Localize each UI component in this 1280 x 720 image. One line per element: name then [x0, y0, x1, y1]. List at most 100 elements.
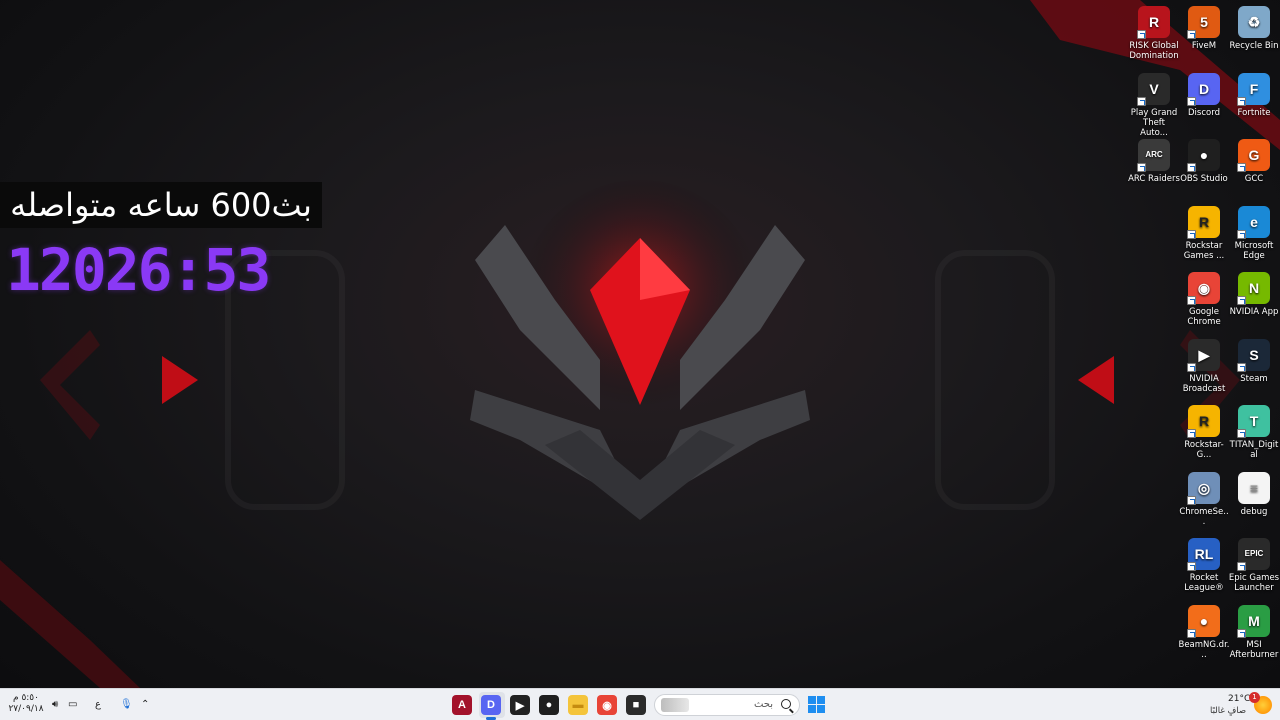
desktop-icon-epic-games[interactable]: EPIC Epic Games Launcher: [1228, 538, 1280, 593]
desktop-icon-arc-raiders[interactable]: ARC ARC Raiders: [1128, 139, 1180, 184]
desktop-icon-label: Fortnite: [1237, 107, 1271, 118]
chevron-up-icon[interactable]: ⌃: [141, 699, 149, 710]
shortcut-arrow-icon: [1187, 163, 1196, 172]
shortcut-arrow-icon: [1237, 362, 1246, 372]
desktop-icon-grid: R RISK Global Domination 5 FiveM ♻ Recycle Bi…: [1128, 4, 1280, 684]
taskbar-discord[interactable]: D: [481, 695, 501, 720]
shortcut-arrow-icon: [1237, 429, 1246, 438]
desktop-icon-steam[interactable]: S Steam: [1228, 338, 1280, 384]
taskbar-app-a[interactable]: A: [452, 695, 472, 715]
search-highlight-image: [661, 698, 689, 712]
desktop-icon-recycle-bin[interactable]: ♻ Recycle Bin: [1228, 6, 1280, 51]
weather-temp: 21°C: [1228, 694, 1251, 704]
microphone-icon[interactable]: 🎙︎: [120, 699, 133, 710]
desktop-icon-label: Play Grand Theft Auto...: [1130, 107, 1178, 138]
shortcut-arrow-icon: [1237, 562, 1246, 571]
fortnite-icon: F: [1237, 72, 1270, 106]
shortcut-arrow-icon: [1237, 229, 1246, 239]
beamng-icon: ●: [1187, 604, 1220, 638]
taskbar-app-black[interactable]: ■: [626, 695, 646, 715]
taskbar-chrome[interactable]: ◉: [597, 695, 617, 715]
gcc-icon: G: [1237, 139, 1270, 172]
shortcut-arrow-icon: [1187, 296, 1196, 305]
wallpaper-digit-ghost: [935, 250, 1055, 510]
text-file-icon: ≡: [1238, 471, 1270, 504]
taskbar-clock[interactable]: ٥:٥٠ م ٢٧/٠٩/١٨: [6, 693, 46, 715]
desktop-icon-chrome-setup[interactable]: ◎ ChromeSe...: [1178, 471, 1230, 527]
desktop-icon-rockstar-games[interactable]: R Rockstar Games ...: [1178, 205, 1230, 261]
desktop-icon-rockstar-launcher[interactable]: R Rockstar-G...: [1178, 405, 1230, 460]
desktop-icon-discord[interactable]: D Discord: [1178, 72, 1230, 118]
discord-icon: D: [487, 699, 495, 711]
edge-icon: e: [1237, 205, 1270, 239]
network-icon[interactable]: ▭: [68, 699, 77, 710]
recycle-bin-icon: ♻: [1238, 6, 1270, 38]
taskbar-search-box[interactable]: بحث: [654, 694, 800, 716]
desktop-icon-label: TITAN_Digital: [1229, 440, 1279, 460]
desktop-icon-fortnite[interactable]: F Fortnite: [1228, 72, 1280, 118]
msi-afterburner-icon: M: [1237, 604, 1270, 638]
taskbar-file-explorer[interactable]: ▬: [568, 695, 588, 715]
desktop-icon-label: debug: [1240, 506, 1268, 517]
shortcut-arrow-icon: [1237, 296, 1246, 305]
taskbar: ٥:٥٠ م ٢٧/٠٩/١٨ 🔊︎ ▭ ع 🎙︎ ⌃ A D ▶ ● ▬ ◉ ■ بحث …: [0, 688, 1280, 720]
shortcut-arrow-icon: [1137, 96, 1146, 106]
shortcut-arrow-icon: [1137, 163, 1146, 172]
windows-logo-icon: [808, 696, 816, 704]
taskbar-nvidia-broadcast[interactable]: ▶: [510, 695, 530, 715]
stream-timer: 12026:53: [6, 236, 271, 304]
desktop-icon-msi-afterburner[interactable]: M MSI Afterburner: [1228, 604, 1280, 660]
desktop-icon-gcc[interactable]: G GCC: [1228, 139, 1280, 184]
rockstar-games-icon: R: [1187, 205, 1220, 239]
shortcut-arrow-icon: [1187, 362, 1196, 372]
shortcut-arrow-icon: [1187, 628, 1196, 638]
desktop-icon-text-file[interactable]: ≡ debug: [1228, 471, 1280, 517]
discord-icon: D: [1187, 72, 1220, 106]
wallpaper-art: [0, 0, 1280, 688]
arc-raiders-icon: ARC: [1137, 139, 1170, 172]
shortcut-arrow-icon: [1237, 163, 1246, 172]
desktop-icon-edge[interactable]: e Microsoft Edge: [1228, 205, 1280, 261]
rockstar-launcher-icon: R: [1187, 405, 1220, 438]
volume-icon[interactable]: 🔊︎: [52, 699, 58, 710]
epic-games-icon: EPIC: [1237, 538, 1270, 571]
desktop-icon-label: BeamNG.dr...: [1178, 639, 1230, 660]
desktop-icon-label: Rockstar Games ...: [1183, 240, 1225, 261]
taskbar-obs[interactable]: ●: [539, 695, 559, 715]
shortcut-arrow-icon: [1187, 96, 1196, 106]
obs-icon: ●: [1187, 139, 1220, 172]
steam-icon: S: [1237, 338, 1270, 372]
start-button[interactable]: [808, 696, 825, 713]
search-placeholder: بحث: [753, 699, 773, 710]
wallpaper-arrow-right: [1078, 356, 1114, 404]
desktop-icon-obs[interactable]: ● OBS Studio: [1178, 139, 1230, 184]
nvidia-broadcast-icon: ▶: [1187, 338, 1220, 372]
desktop-icon-rocket-league[interactable]: RL Rocket League®: [1178, 538, 1230, 593]
desktop-icon-fivem[interactable]: 5 FiveM: [1178, 6, 1230, 51]
desktop-icon-titan-digital[interactable]: T TITAN_Digital: [1228, 405, 1280, 460]
wallpaper-arrow-left: [162, 356, 198, 404]
desktop-icon-nvidia[interactable]: N NVIDIA App: [1228, 272, 1280, 317]
desktop-icon-label: Rockstar-G...: [1184, 440, 1224, 460]
desktop-icon-nvidia-broadcast[interactable]: ▶ NVIDIA Broadcast: [1178, 338, 1230, 394]
desktop-icon-label: Steam: [1240, 373, 1268, 384]
shortcut-arrow-icon: [1187, 229, 1196, 239]
nvidia-icon: N: [1237, 272, 1270, 305]
desktop-icon-label: NVIDIA App: [1229, 307, 1279, 317]
shortcut-arrow-icon: [1187, 429, 1196, 438]
shortcut-arrow-icon: [1237, 96, 1246, 106]
language-indicator[interactable]: ع: [95, 699, 101, 710]
desktop-icon-risk[interactable]: R RISK Global Domination: [1128, 6, 1180, 61]
notification-badge: 1: [1249, 692, 1260, 703]
weather-widget[interactable]: 21°C صافٍ غالبًا 1: [1204, 692, 1276, 718]
stream-title-overlay: بث600 ساعه متواصله: [0, 182, 322, 228]
weather-condition: صافٍ غالبًا: [1210, 706, 1247, 716]
desktop-icon-label: FiveM: [1191, 41, 1217, 51]
chrome-icon: ◉: [602, 699, 612, 712]
desktop-wallpaper: [0, 0, 1280, 688]
desktop-icon-beamng[interactable]: ● BeamNG.dr...: [1178, 604, 1230, 660]
search-icon: [781, 699, 791, 709]
desktop-icon-gta[interactable]: V Play Grand Theft Auto...: [1128, 72, 1180, 138]
desktop-icon-chrome[interactable]: ◉ Google Chrome: [1178, 272, 1230, 327]
desktop-icon-label: GCC: [1244, 174, 1264, 184]
